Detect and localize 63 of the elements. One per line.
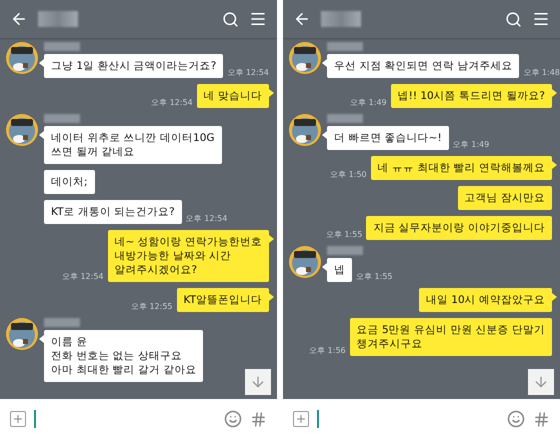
message-time: 오후 1:55 [326,229,362,240]
message-time: 오후 1:48 [523,67,560,78]
blurred-name [327,42,363,51]
menu-button[interactable] [532,10,550,28]
blurred-name [44,42,80,51]
menu-button[interactable] [249,10,267,28]
plus-icon [295,413,307,425]
hashtag-button[interactable] [533,410,550,428]
message-time: 오후 1:55 [356,271,393,282]
avatar [289,114,321,146]
blurred-name [44,318,80,327]
text-cursor [317,410,319,428]
back-button[interactable] [10,10,28,28]
message-bubble: 데이처; [44,170,95,194]
back-button[interactable] [293,10,311,28]
text-cursor [34,410,36,428]
blurred-name [44,114,80,123]
message-time: 오후 1:56 [309,345,346,356]
message-time: 오후 1:49 [452,139,490,150]
avatar [6,114,38,146]
blurred-title [321,11,361,27]
message-bubble: 네 ㅠㅠ 최대한 빨리 연락해볼께요 [370,156,552,180]
message-bubble: 그냥 1일 환산시 금액이라는거죠? [44,54,224,78]
message-time: 오후 12:54 [151,97,193,108]
hashtag-button[interactable] [250,410,267,428]
message-time: 오후 12:55 [130,301,173,312]
avatar [289,246,321,278]
avatar [6,318,38,350]
attach-button[interactable] [10,411,26,427]
message-bubble: 네~ 성함이랑 연락가능한번호 내방가능한 날짜와 시간 알려주시겠어요? [108,230,269,282]
message-bubble: 내일 10시 예약잡았구요 [418,288,552,312]
message-time: 오후 1:49 [350,97,387,108]
search-button[interactable] [505,10,522,28]
message-bubble: 고객님 잠시만요 [458,186,552,210]
search-button[interactable] [222,10,239,28]
arrow-down-icon [533,374,549,390]
avatar [6,42,38,74]
message-bubble: 지금 실무자분이랑 이야기중입니다 [366,216,552,240]
message-time: 오후 1:50 [330,169,367,180]
message-bubble: KT로 개통이 되는건가요? [44,200,182,224]
attach-button[interactable] [293,411,309,427]
arrow-down-icon [250,374,266,390]
message-bubble: 네 맞습니다 [196,84,269,108]
message-time: 오후 12:54 [227,67,269,78]
message-bubble: 이름 윤 전화 번호는 없는 상태구요 아마 최대한 빨리 갈거 같아요 [44,330,204,382]
plus-icon [12,413,24,425]
avatar [289,42,321,74]
emoji-button[interactable] [224,410,242,428]
message-bubble: 넵!! 10시쯤 톡드리면 될까요? [390,84,552,108]
scroll-down-button[interactable] [528,369,554,395]
message-time: 오후 12:54 [186,213,228,224]
scroll-down-button[interactable] [245,369,271,395]
message-bubble: 넵 [327,258,352,282]
message-time: 오후 12:54 [62,271,104,282]
blurred-title [38,11,78,27]
blurred-name [327,114,363,123]
message-bubble: 더 빠르면 좋습니다~! [327,126,449,150]
blurred-name [327,246,363,255]
message-bubble: 요금 5만원 유심비 만원 신분증 단말기 챙겨주시구요 [350,318,552,356]
message-bubble: 우선 지점 확인되면 연락 남겨주세요 [327,54,520,78]
message-bubble: 네이터 위추로 쓰니깐 데이터10G 쓰면 될꺼 같네요 [44,126,222,164]
emoji-button[interactable] [507,410,525,428]
message-bubble: KT알뜰폰입니다 [176,288,269,312]
